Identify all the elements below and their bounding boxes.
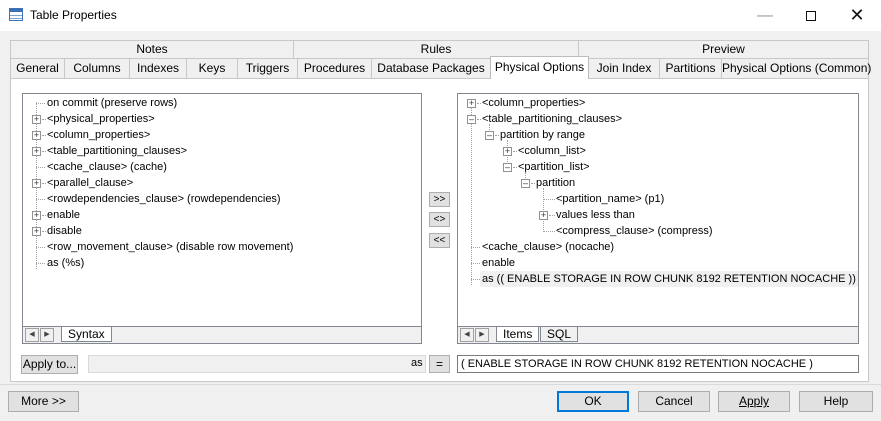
tab-notes[interactable]: Notes [10, 40, 294, 59]
scroll-left-icon[interactable]: ◀ [460, 328, 474, 342]
name-field [88, 355, 426, 373]
tree-item[interactable]: <table_partitioning_clauses> [47, 143, 187, 159]
expand-icon[interactable]: + [32, 131, 41, 140]
tree-item[interactable]: <rowdependencies_clause> (rowdependencie… [47, 191, 281, 207]
tree-item[interactable]: <column_properties> [482, 95, 585, 111]
collapse-icon[interactable]: – [485, 131, 494, 140]
tree-item[interactable]: <column_properties> [47, 127, 150, 143]
close-icon[interactable]: ✕ [834, 0, 880, 31]
tab-indexes[interactable]: Indexes [129, 58, 187, 78]
cancel-button[interactable]: Cancel [638, 391, 710, 412]
tree-item[interactable]: values less than [556, 207, 635, 223]
tab-general[interactable]: General [10, 58, 65, 78]
tab-keys[interactable]: Keys [186, 58, 238, 78]
tree-item[interactable]: enable [47, 207, 80, 223]
help-button[interactable]: Help [799, 391, 873, 412]
tree-item-selected[interactable]: as (( ENABLE STORAGE IN ROW CHUNK 8192 R… [480, 271, 858, 287]
expand-icon[interactable]: + [539, 211, 548, 220]
tab-columns[interactable]: Columns [64, 58, 130, 78]
tab-partitions[interactable]: Partitions [659, 58, 722, 78]
apply-to-button[interactable]: Apply to... [21, 355, 78, 374]
expand-icon[interactable]: + [503, 147, 512, 156]
items-tree[interactable]: + <column_properties> – <table_partition… [457, 93, 859, 344]
expand-icon[interactable]: + [32, 179, 41, 188]
tab-procedures[interactable]: Procedures [297, 58, 372, 78]
more-button[interactable]: More >> [8, 391, 79, 412]
tree-item[interactable]: enable [482, 255, 515, 271]
scroll-left-icon[interactable]: ◀ [25, 328, 39, 342]
tree-item[interactable]: disable [47, 223, 82, 239]
tab-triggers[interactable]: Triggers [237, 58, 298, 78]
expand-icon[interactable]: + [32, 147, 41, 156]
tree-item[interactable]: <cache_clause> (cache) [47, 159, 167, 175]
tree-item[interactable]: <column_list> [518, 143, 586, 159]
expand-icon[interactable]: + [32, 211, 41, 220]
collapse-icon[interactable]: – [521, 179, 530, 188]
table-icon [9, 8, 23, 21]
tab-physical-options[interactable]: Physical Options [490, 56, 589, 79]
maximize-icon[interactable] [788, 0, 834, 31]
separator [0, 384, 881, 385]
add-all-button[interactable]: >> [429, 192, 450, 207]
tree-item[interactable]: <row_movement_clause> (disable row movem… [47, 239, 293, 255]
tree-item[interactable]: <partition_list> [518, 159, 590, 175]
minimize-icon[interactable]: — [742, 0, 788, 31]
scroll-right-icon[interactable]: ▶ [475, 328, 489, 342]
tree-item[interactable]: <parallel_clause> [47, 175, 133, 191]
remove-all-button[interactable]: << [429, 233, 450, 248]
collapse-icon[interactable]: – [503, 163, 512, 172]
scroll-right-icon[interactable]: ▶ [40, 328, 54, 342]
ok-button[interactable]: OK [557, 391, 629, 412]
tree-item[interactable]: <compress_clause> (compress) [556, 223, 713, 239]
tree-item[interactable]: partition by range [500, 127, 585, 143]
tab-physical-options-common[interactable]: Physical Options (Common) [721, 58, 871, 78]
as-label: as [411, 357, 423, 369]
tree-item[interactable]: <cache_clause> (nocache) [482, 239, 614, 255]
tab-items[interactable]: Items [496, 327, 540, 342]
items-tabstrip: ◀ ▶ Items SQL [458, 326, 858, 343]
tree-item[interactable]: <table_partitioning_clauses> [482, 111, 622, 127]
collapse-icon[interactable]: – [467, 115, 476, 124]
syntax-tabstrip: ◀ ▶ Syntax [23, 326, 421, 343]
tab-sql[interactable]: SQL [540, 327, 579, 342]
expand-icon[interactable]: + [32, 115, 41, 124]
tree-item[interactable]: on commit (preserve rows) [47, 95, 177, 111]
tree-item[interactable]: partition [536, 175, 575, 191]
tab-syntax[interactable]: Syntax [61, 327, 112, 342]
equals-button[interactable]: = [429, 355, 450, 373]
expand-icon[interactable]: + [32, 227, 41, 236]
tree-item[interactable]: <physical_properties> [47, 111, 155, 127]
tree-item[interactable]: <partition_name> (p1) [556, 191, 664, 207]
apply-button[interactable]: Apply [718, 391, 790, 412]
syntax-tree[interactable]: on commit (preserve rows) + <physical_pr… [22, 93, 422, 344]
expand-icon[interactable]: + [467, 99, 476, 108]
tree-item[interactable]: as (%s) [47, 255, 84, 271]
tab-preview[interactable]: Preview [578, 40, 869, 59]
swap-button[interactable]: <> [429, 212, 450, 227]
tab-join-index[interactable]: Join Index [588, 58, 660, 78]
window-title: Table Properties [30, 8, 117, 22]
tab-database-packages[interactable]: Database Packages [371, 58, 491, 78]
value-field[interactable]: ( ENABLE STORAGE IN ROW CHUNK 8192 RETEN… [457, 355, 859, 373]
